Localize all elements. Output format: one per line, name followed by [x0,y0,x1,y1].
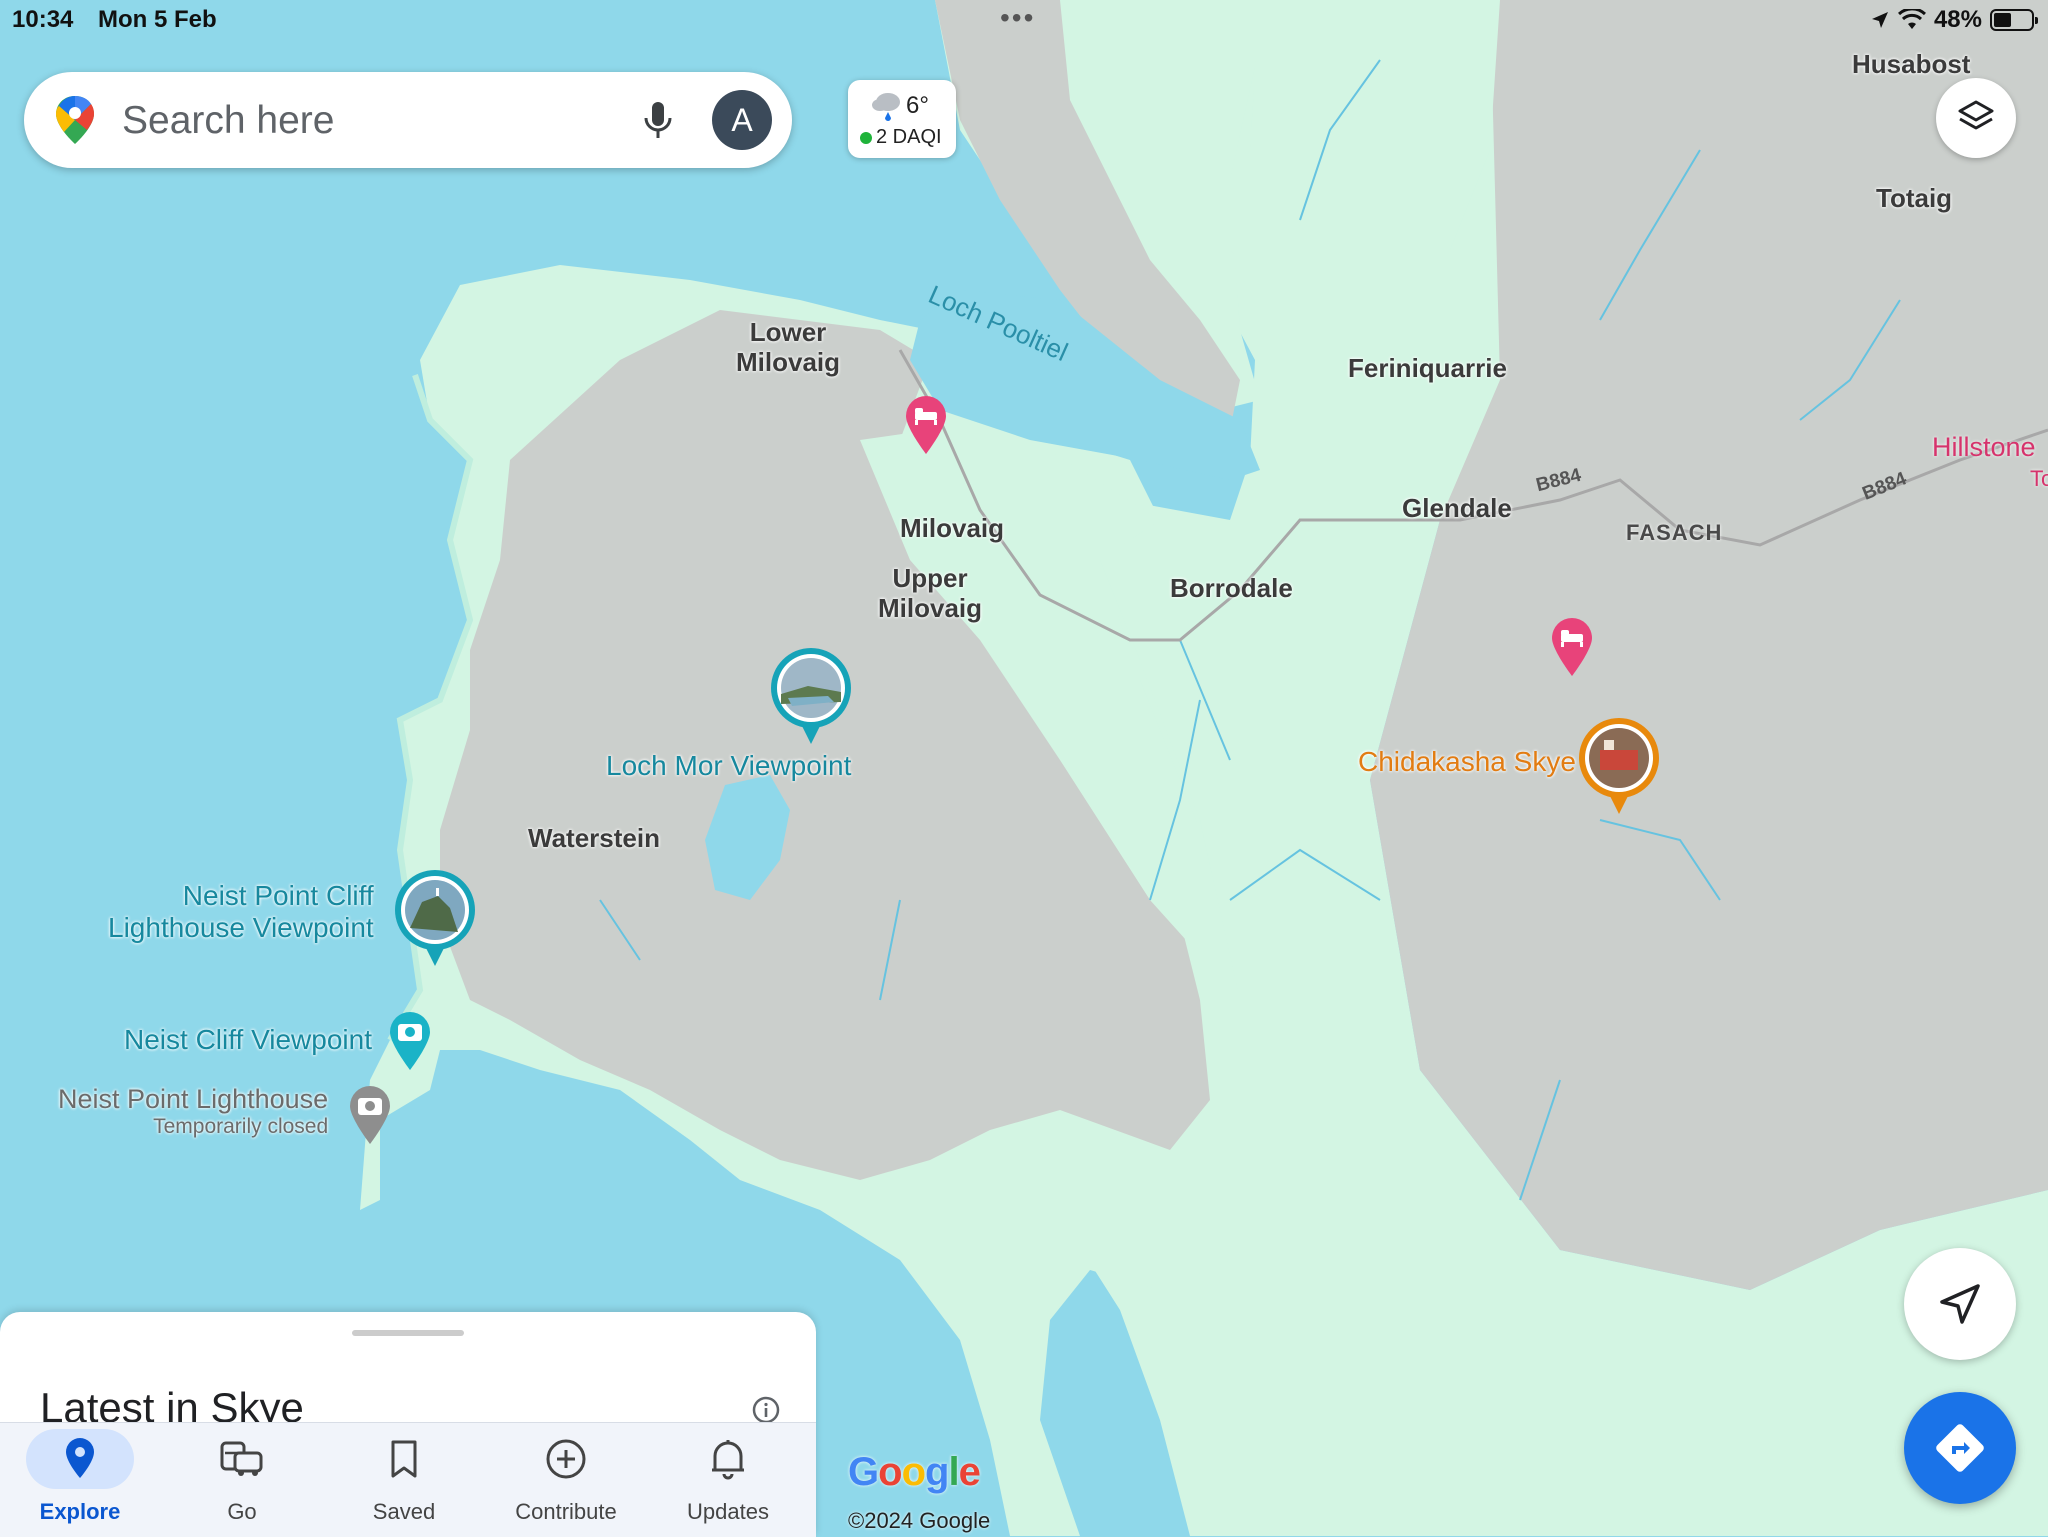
neist-lighthouse-status: Temporarily closed [153,1115,329,1139]
nav-saved[interactable]: Saved [334,1423,474,1537]
poi-neist-point-lighthouse[interactable]: Neist Point Lighthouse Temporarily close… [58,1084,328,1139]
place-milovaig[interactable]: Milovaig [900,513,1004,544]
poi-hillstone-continued: To [2030,466,2048,491]
sheet-drag-handle[interactable] [352,1330,464,1336]
nav-explore-label: Explore [39,1499,121,1524]
location-arrow-icon [1871,12,1888,28]
wifi-icon [1897,9,1926,29]
nav-updates[interactable]: Updates [658,1423,798,1537]
place-waterstein[interactable]: Waterstein [528,823,660,854]
place-husabost[interactable]: Husabost [1852,49,1970,80]
camera-pin-neist-lighthouse[interactable] [348,1084,392,1146]
nav-contribute-label: Contribute [515,1499,617,1524]
layers-icon [1958,100,1994,130]
map-copyright: ©2024 Google [848,1508,991,1533]
google-maps-logo-icon [56,96,94,144]
navigation-arrow-icon [1940,1284,1980,1324]
map-layers-button[interactable] [1936,78,2016,158]
bookmark-icon [350,1429,458,1489]
explore-pin-icon [26,1429,134,1489]
hotel-pin-milovaig[interactable] [904,394,948,456]
poi-neist-point-cliff-viewpoint[interactable]: Neist Point Cliff Lighthouse Viewpoint [108,880,374,944]
my-location-button[interactable] [1904,1248,2016,1360]
neist-lighthouse-name: Neist Point Lighthouse [58,1084,329,1114]
poi-hillstone[interactable]: Hillstone [1932,432,2036,463]
battery-icon [1990,9,2038,31]
place-feriniquarrie[interactable]: Feriniquarrie [1348,353,1507,384]
google-logo-text: Google [848,1450,981,1494]
hotel-pin-fasach[interactable] [1550,616,1594,678]
place-glendale[interactable]: Glendale [1402,493,1512,524]
poi-chidakasha-skye[interactable]: Chidakasha Skye [1358,746,1576,778]
bottom-navigation: Explore Go Saved Contribute Updates [0,1422,816,1537]
poi-loch-mor-viewpoint[interactable]: Loch Mor Viewpoint [606,750,851,782]
chidakasha-photo-pin[interactable] [1576,716,1662,816]
search-bar[interactable]: A [24,72,792,168]
rain-cloud-icon [872,93,900,121]
commute-icon [188,1429,296,1489]
battery-percent: 48% [1933,6,1982,33]
directions-icon [1936,1424,1984,1472]
status-bar: 10:34 Mon 5 Feb ••• 48% [0,0,2048,40]
neist-point-photo-pin[interactable] [392,868,478,968]
weather-temperature: 6° [906,92,929,119]
place-borrodale[interactable]: Borrodale [1170,573,1293,604]
search-input[interactable] [120,90,624,152]
nav-go-label: Go [227,1499,257,1524]
nav-contribute[interactable]: Contribute [496,1423,636,1537]
place-fasach[interactable]: FASACH [1626,520,1722,545]
air-quality: 2 DAQI [860,126,942,149]
weather-chip[interactable]: 6° 2 DAQI [848,80,956,158]
place-upper-milovaig[interactable]: Upper Milovaig [878,563,982,624]
multitasking-dots-icon[interactable]: ••• [1000,2,1035,34]
add-circle-icon [512,1429,620,1489]
nav-explore[interactable]: Explore [10,1423,150,1537]
nav-go[interactable]: Go [172,1423,312,1537]
account-avatar[interactable]: A [712,90,772,150]
loch-mor-photo-pin[interactable] [768,646,854,746]
bell-icon [674,1429,782,1489]
google-logo: Google [848,1450,981,1495]
nav-updates-label: Updates [687,1499,769,1524]
camera-pin-neist-cliff[interactable] [388,1010,432,1072]
info-icon[interactable] [752,1396,780,1424]
place-lower-milovaig[interactable]: Lower Milovaig [736,317,840,378]
poi-neist-cliff-viewpoint[interactable]: Neist Cliff Viewpoint [124,1024,372,1056]
status-date: Mon 5 Feb [98,6,217,33]
directions-button[interactable] [1904,1392,2016,1504]
status-time: 10:34 [12,6,74,33]
aqi-status-dot [860,131,872,144]
nav-saved-label: Saved [372,1499,436,1524]
aqi-label: 2 DAQI [876,126,942,148]
map-canvas[interactable] [0,0,2048,1536]
place-totaig[interactable]: Totaig [1876,183,1952,214]
status-right: 48% [1870,6,2038,34]
microphone-icon[interactable] [634,96,682,144]
